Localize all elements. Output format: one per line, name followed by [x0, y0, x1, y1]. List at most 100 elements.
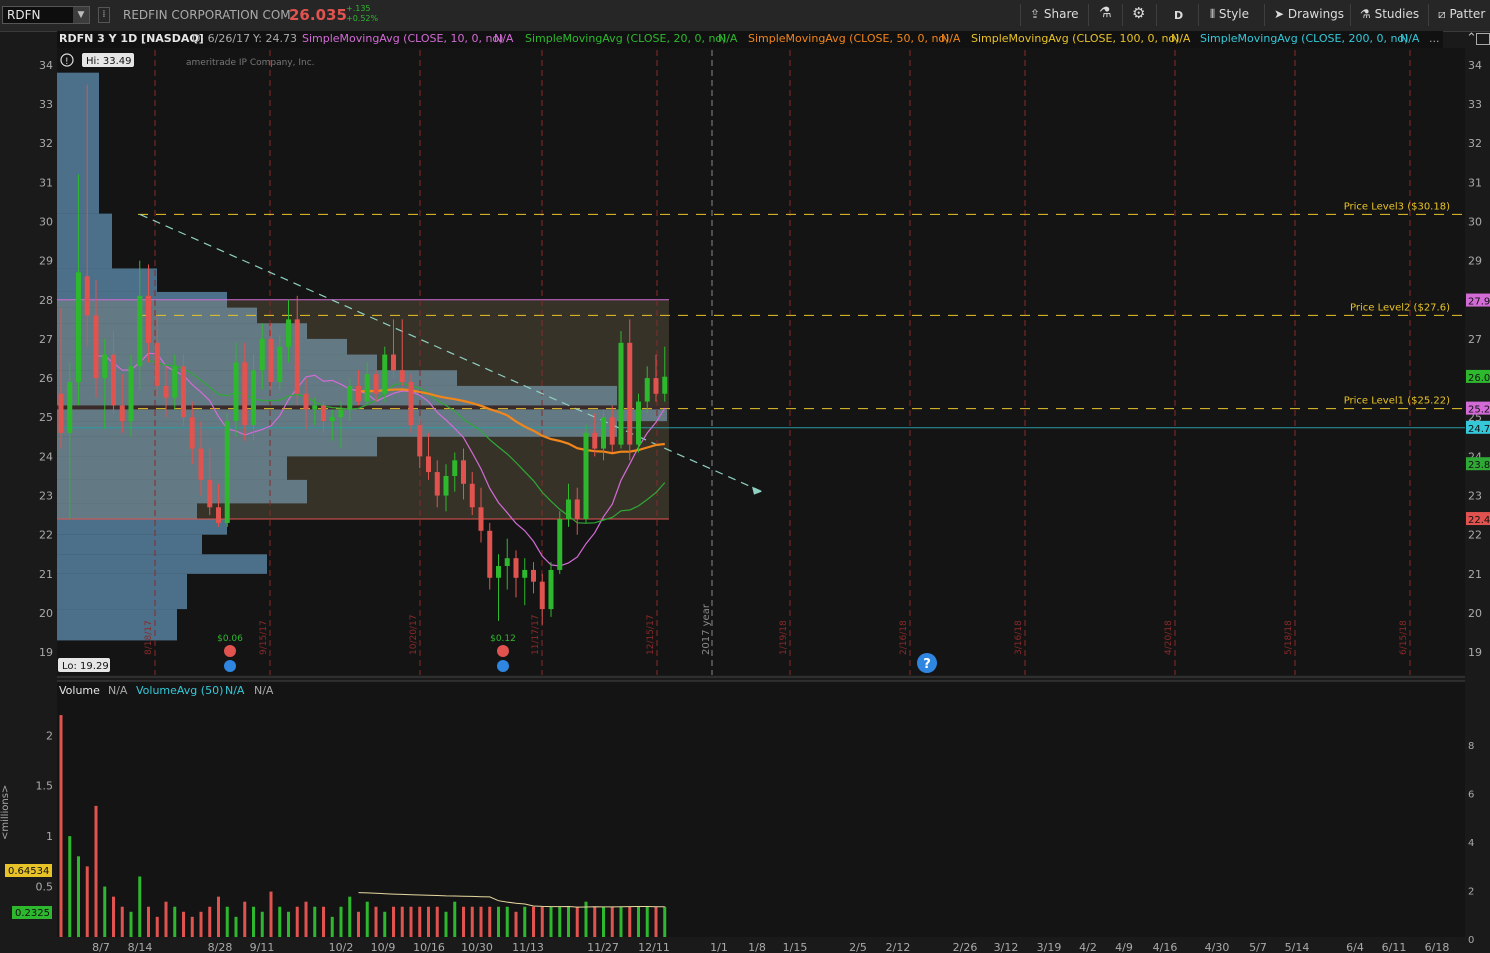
candle-body — [487, 530, 493, 578]
volume-bar — [278, 906, 282, 937]
x-tick: 6/4 — [1346, 941, 1364, 953]
volume-bar — [593, 906, 597, 937]
trendline-arrow — [752, 486, 762, 495]
x-tick: 10/9 — [371, 941, 396, 953]
volume-profile-bar — [57, 307, 257, 324]
volume-bar — [505, 906, 509, 937]
patterns-button[interactable]: ⧄ Patter — [1438, 7, 1485, 22]
volume-bar — [409, 906, 413, 937]
candle-body — [618, 342, 624, 445]
x-tick: 3/12 — [994, 941, 1019, 953]
x-tick: 8/28 — [208, 941, 233, 953]
volume-profile-bar — [57, 338, 347, 355]
volume-bar — [584, 901, 588, 937]
hi-label-box — [82, 53, 134, 67]
x-tick: 11/27 — [587, 941, 619, 953]
price-tag — [1466, 512, 1490, 526]
y-tick-left: 24 — [39, 450, 53, 463]
help-icon-mark: ? — [923, 657, 931, 672]
price-tag-text: 24.7 — [1468, 424, 1490, 435]
volume-bar — [575, 906, 579, 937]
y-tick-right: 20 — [1468, 607, 1482, 620]
study-sma20[interactable]: SimpleMovingAvg (CLOSE, 20, 0, no) — [525, 32, 726, 45]
x-tick: 4/9 — [1115, 941, 1133, 953]
studies-button[interactable]: ⚗ Studies — [1360, 7, 1419, 21]
candle-body — [146, 295, 151, 343]
volume-bar — [619, 906, 623, 937]
y-tick-left: 29 — [39, 255, 53, 268]
flask-icon[interactable]: ⚗ — [1099, 5, 1112, 21]
x-tick: 8/7 — [92, 941, 110, 953]
cursor-icon: ➤ — [1274, 7, 1285, 21]
x-tick: 5/7 — [1249, 941, 1267, 953]
date-label: 6/15/18 — [1399, 620, 1409, 655]
volume-bar — [558, 906, 562, 937]
candle-body — [233, 362, 239, 422]
volume-profile-bar — [57, 268, 157, 292]
volume-avg-value: N/A — [225, 684, 245, 697]
volume-profile-bar — [57, 370, 457, 386]
last-price: 26.035 — [289, 6, 347, 24]
volume-avg-line — [358, 892, 665, 908]
date-label: 5/18/18 — [1284, 620, 1294, 655]
study-sma100[interactable]: SimpleMovingAvg (CLOSE, 100, 0, no) — [971, 32, 1179, 45]
chevron-down-icon[interactable]: ▼ — [73, 7, 89, 23]
candle-body — [163, 385, 169, 398]
volume-profile-bar — [57, 354, 377, 371]
volume-bar — [462, 906, 465, 937]
candle-body — [111, 354, 116, 406]
divider — [1350, 4, 1351, 26]
volume-bar — [383, 911, 387, 937]
gear-icon[interactable]: ⚙ — [1132, 4, 1145, 22]
candle-body — [93, 315, 99, 379]
volume-bar — [330, 916, 334, 937]
candle-body — [321, 405, 326, 422]
y-tick-left: 20 — [39, 607, 53, 620]
volume-profile-bar — [57, 479, 307, 504]
volume-bar — [173, 906, 177, 937]
volume-bar — [85, 866, 89, 937]
symbol-input[interactable]: RDFN ▼ — [2, 6, 90, 24]
patterns-icon: ⧄ — [1438, 7, 1446, 21]
study-sma100-value: N/A — [1171, 32, 1191, 45]
candle-body — [609, 417, 615, 445]
candle-body — [644, 378, 650, 402]
candle-body — [251, 370, 256, 426]
x-tick: 10/30 — [461, 941, 493, 953]
link-icon[interactable]: ⁞ — [98, 7, 110, 23]
help-icon — [917, 653, 937, 673]
price-chart[interactable]: 2017 year 8/18/17 9/15/17 10/20/17 11/17/17 1… — [0, 0, 1490, 953]
volume-bar — [427, 906, 430, 937]
divider — [1428, 4, 1429, 26]
volume-profile-bar — [57, 291, 227, 308]
date-label: 11/17/17 — [531, 615, 541, 655]
study-sma200-value: N/A — [1400, 32, 1420, 45]
volume-bar — [444, 911, 448, 937]
study-sma10[interactable]: SimpleMovingAvg (CLOSE, 10, 0, no) — [302, 32, 503, 45]
watermark: ameritrade IP Company, Inc. — [186, 58, 315, 68]
maximize-icon[interactable] — [1476, 33, 1490, 45]
y-tick-left: 31 — [39, 176, 53, 189]
volume-bar — [374, 906, 378, 937]
study-sma200[interactable]: SimpleMovingAvg (CLOSE, 200, 0, no) — [1200, 32, 1408, 45]
volume-bar — [514, 911, 518, 937]
style-button[interactable]: ⫴ Style — [1210, 7, 1249, 22]
y-tick-left: 26 — [39, 372, 53, 385]
price-level-label: Price Level2 ($27.6) — [1350, 302, 1450, 313]
volume-bar — [479, 906, 483, 937]
volume-profile-bar — [57, 554, 267, 574]
x-tick: 12/11 — [638, 941, 670, 953]
volume-current-text: 0.64534 — [8, 866, 49, 877]
divider — [1020, 4, 1021, 26]
drawings-button[interactable]: ➤ Drawings — [1274, 7, 1344, 21]
study-sma50[interactable]: SimpleMovingAvg (CLOSE, 50, 0, no) — [748, 32, 949, 45]
aggregation-button[interactable]: D — [1174, 9, 1183, 22]
study-legend: RDFN 3 Y 1D [NASDAQ] D: 6/26/17 Y: 24.73… — [57, 31, 1443, 48]
y-tick-right: 28 — [1468, 294, 1482, 307]
volume-bar — [269, 891, 273, 937]
earnings-icon — [497, 660, 509, 672]
volume-avg-label[interactable]: VolumeAvg (50) — [136, 684, 223, 697]
share-button[interactable]: ⇪ Share — [1030, 7, 1079, 21]
more-studies-button[interactable]: ... — [1429, 32, 1440, 45]
volume-bar — [497, 906, 500, 937]
